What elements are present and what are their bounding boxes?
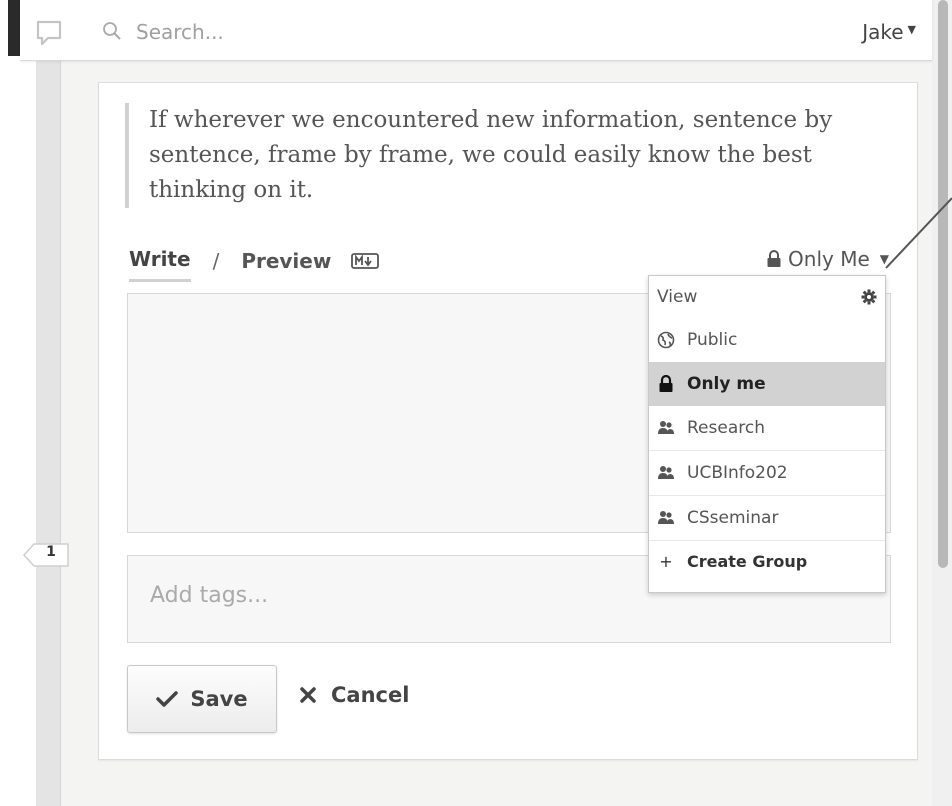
sidebar-edge xyxy=(8,0,20,56)
dropdown-item-label: Research xyxy=(687,418,765,438)
gear-icon[interactable] xyxy=(861,289,877,305)
markdown-icon[interactable] xyxy=(351,252,380,269)
tab-separator: / xyxy=(212,248,220,273)
top-bar: Jake▼ xyxy=(20,0,932,61)
user-menu[interactable]: Jake ▼ xyxy=(862,20,916,44)
scrollbar-thumb[interactable] xyxy=(938,0,948,568)
save-button[interactable]: Save xyxy=(127,665,277,733)
annotation-gutter xyxy=(36,56,61,806)
plus-icon: + xyxy=(659,551,673,571)
check-icon xyxy=(156,691,179,707)
dropdown-item-csseminar[interactable]: CSseminar xyxy=(649,495,885,540)
dropdown-title: View xyxy=(657,287,698,307)
dropdown-item-label: UCBInfo202 xyxy=(687,463,788,483)
dropdown-item-label: Only me xyxy=(687,374,766,394)
dropdown-item-ucbinfo202[interactable]: UCBInfo202 xyxy=(649,450,885,495)
dropdown-item-public[interactable]: Public xyxy=(649,318,885,362)
editor-tabs: Write / Preview xyxy=(129,247,380,282)
save-label: Save xyxy=(190,687,248,711)
lock-icon xyxy=(659,375,673,392)
search-input[interactable] xyxy=(134,14,538,50)
dropdown-item-only-me[interactable]: Only me xyxy=(649,362,885,406)
user-name: Jake xyxy=(862,20,904,44)
privacy-selector[interactable]: Only Me ▼ xyxy=(766,247,889,271)
cancel-button[interactable]: Cancel xyxy=(299,683,409,707)
close-icon xyxy=(300,687,316,703)
chevron-down-icon: ▼ xyxy=(907,23,916,36)
annotation-pointer-line xyxy=(885,197,952,269)
privacy-label: Only Me xyxy=(788,247,870,271)
privacy-dropdown: View Public Only me Research UCBInfo202 … xyxy=(648,275,886,593)
annotation-count: 1 xyxy=(46,544,56,560)
group-icon xyxy=(658,511,674,524)
dropdown-item-research[interactable]: Research xyxy=(649,406,885,450)
cancel-label: Cancel xyxy=(331,683,410,707)
search-icon xyxy=(103,22,121,40)
tab-preview[interactable]: Preview xyxy=(241,249,331,281)
quoted-text: If wherever we encountered new informati… xyxy=(125,103,889,208)
lock-icon xyxy=(767,250,781,267)
tab-write[interactable]: Write xyxy=(129,247,191,282)
dropdown-item-label: CSseminar xyxy=(687,508,779,528)
group-icon xyxy=(658,466,674,479)
create-group-button[interactable]: + Create Group xyxy=(649,540,885,581)
group-icon xyxy=(658,421,674,434)
speech-bubble-icon[interactable] xyxy=(34,18,64,48)
dropdown-item-label: Public xyxy=(687,330,738,350)
globe-icon xyxy=(657,331,675,349)
create-group-label: Create Group xyxy=(687,551,808,571)
dropdown-header: View xyxy=(649,276,885,318)
